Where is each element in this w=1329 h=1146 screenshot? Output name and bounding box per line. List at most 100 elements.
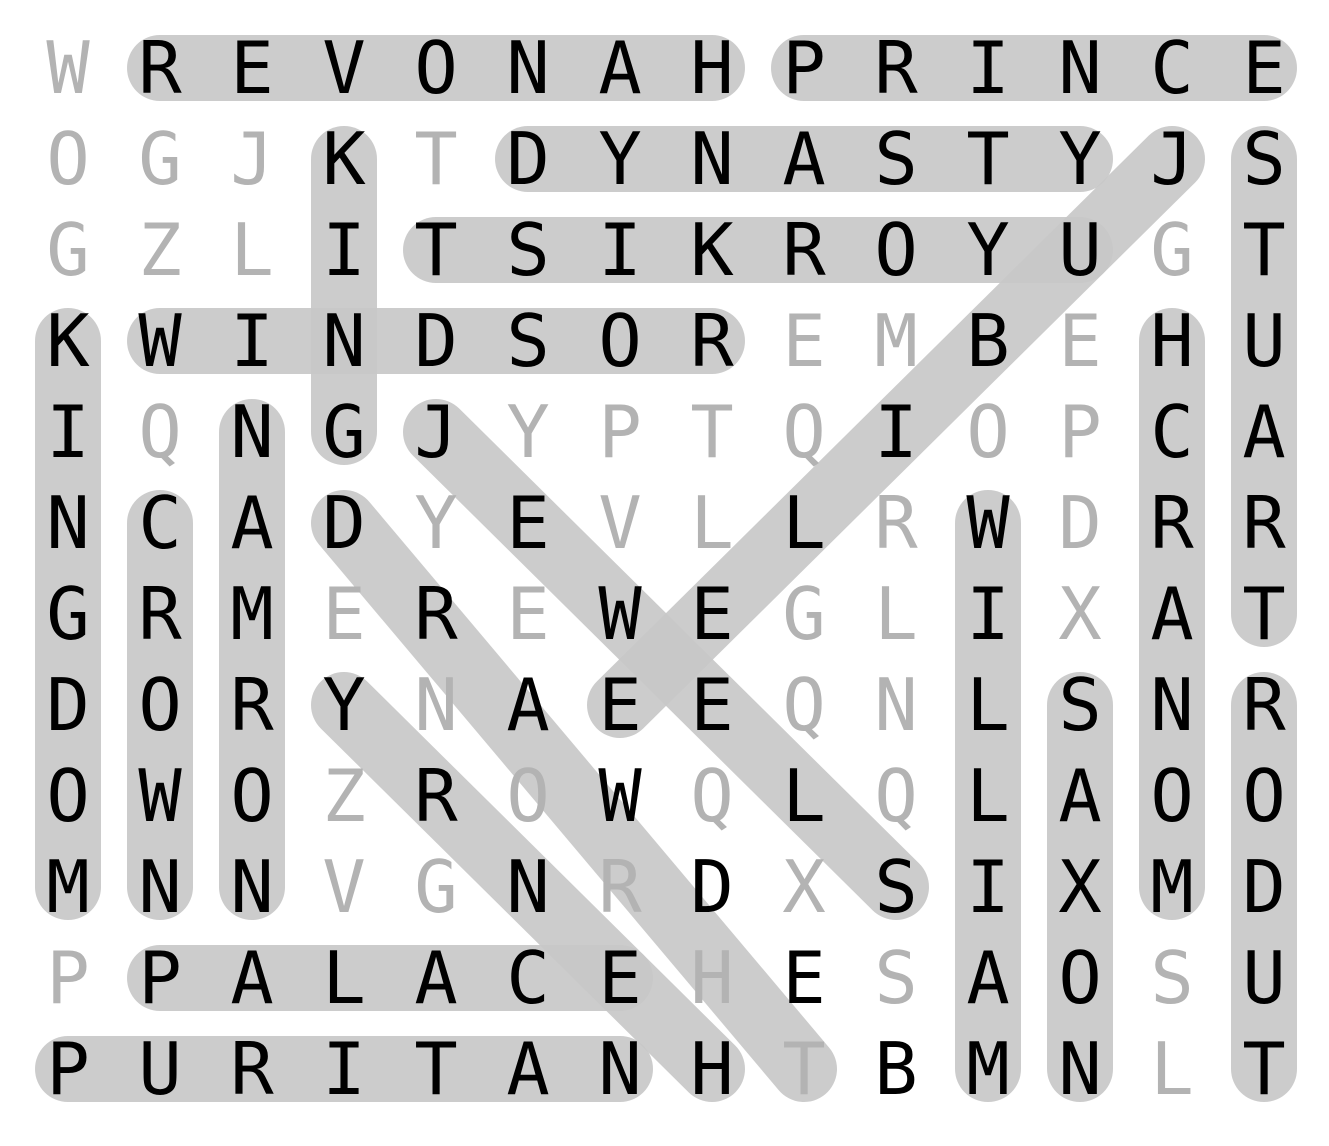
grid-cell-r4-c1[interactable]: Q (138, 390, 181, 474)
grid-cell-r11-c4[interactable]: T (414, 1027, 457, 1111)
grid-cell-r10-c8[interactable]: E (782, 936, 825, 1020)
grid-cell-r5-c2[interactable]: A (230, 481, 273, 565)
grid-cell-r6-c3[interactable]: E (322, 572, 365, 656)
grid-cell-r7-c7[interactable]: E (690, 663, 733, 747)
grid-cell-r11-c10[interactable]: M (966, 1027, 1009, 1111)
grid-cell-r7-c0[interactable]: D (46, 663, 89, 747)
grid-cell-r2-c3[interactable]: I (322, 208, 365, 292)
grid-cell-r11-c3[interactable]: I (322, 1027, 365, 1111)
grid-cell-r5-c13[interactable]: R (1242, 481, 1286, 565)
grid-cell-r5-c0[interactable]: N (46, 481, 89, 565)
grid-cell-r3-c8[interactable]: E (782, 299, 825, 383)
grid-cell-r0-c4[interactable]: O (414, 26, 457, 110)
grid-cell-r2-c6[interactable]: I (598, 208, 641, 292)
grid-cell-r6-c1[interactable]: R (138, 572, 182, 656)
grid-cell-r8-c2[interactable]: O (230, 754, 273, 838)
grid-cell-r0-c9[interactable]: R (874, 26, 918, 110)
grid-cell-r11-c5[interactable]: A (506, 1027, 549, 1111)
grid-cell-r7-c13[interactable]: R (1242, 663, 1286, 747)
grid-cell-r10-c9[interactable]: S (874, 936, 917, 1020)
grid-cell-r8-c8[interactable]: L (782, 754, 825, 838)
grid-cell-r7-c3[interactable]: Y (322, 663, 365, 747)
grid-cell-r11-c13[interactable]: T (1242, 1027, 1285, 1111)
grid-cell-r1-c7[interactable]: N (690, 117, 733, 201)
grid-cell-r3-c1[interactable]: W (138, 299, 182, 383)
grid-cell-r6-c6[interactable]: W (598, 572, 642, 656)
grid-cell-r6-c9[interactable]: L (874, 572, 917, 656)
grid-cell-r11-c7[interactable]: H (690, 1027, 733, 1111)
grid-cell-r2-c1[interactable]: Z (138, 208, 181, 292)
grid-cell-r7-c11[interactable]: S (1058, 663, 1101, 747)
grid-cell-r8-c13[interactable]: O (1242, 754, 1285, 838)
grid-cell-r10-c11[interactable]: O (1058, 936, 1101, 1020)
grid-cell-r10-c6[interactable]: E (598, 936, 641, 1020)
grid-cell-r5-c1[interactable]: C (138, 481, 181, 565)
grid-cell-r0-c2[interactable]: E (230, 26, 273, 110)
grid-cell-r11-c9[interactable]: B (874, 1027, 917, 1111)
grid-cell-r9-c3[interactable]: V (322, 845, 365, 929)
grid-cell-r3-c0[interactable]: K (46, 299, 90, 383)
grid-cell-r8-c0[interactable]: O (46, 754, 89, 838)
grid-cell-r3-c12[interactable]: H (1150, 299, 1193, 383)
grid-cell-r6-c2[interactable]: M (230, 572, 273, 656)
grid-cell-r4-c10[interactable]: O (966, 390, 1009, 474)
grid-cell-r2-c12[interactable]: G (1150, 208, 1193, 292)
grid-cell-r5-c10[interactable]: W (966, 481, 1010, 565)
grid-cell-r8-c4[interactable]: R (414, 754, 458, 838)
grid-cell-r2-c10[interactable]: Y (966, 208, 1009, 292)
grid-cell-r4-c5[interactable]: Y (506, 390, 549, 474)
grid-cell-r6-c5[interactable]: E (506, 572, 549, 656)
grid-cell-r9-c9[interactable]: S (874, 845, 917, 929)
grid-cell-r7-c6[interactable]: E (598, 663, 641, 747)
grid-cell-r1-c10[interactable]: T (966, 117, 1009, 201)
grid-cell-r10-c13[interactable]: U (1242, 936, 1285, 1020)
grid-cell-r4-c8[interactable]: Q (782, 390, 825, 474)
grid-cell-r8-c7[interactable]: Q (690, 754, 733, 838)
grid-cell-r4-c12[interactable]: C (1150, 390, 1193, 474)
grid-cell-r8-c10[interactable]: L (966, 754, 1009, 838)
grid-cell-r0-c12[interactable]: C (1150, 26, 1193, 110)
grid-cell-r9-c1[interactable]: N (138, 845, 181, 929)
grid-cell-r2-c2[interactable]: L (230, 208, 273, 292)
grid-cell-r11-c12[interactable]: L (1150, 1027, 1193, 1111)
grid-cell-r0-c10[interactable]: I (966, 26, 1009, 110)
grid-cell-r6-c13[interactable]: T (1242, 572, 1285, 656)
grid-cell-r0-c5[interactable]: N (506, 26, 549, 110)
grid-cell-r4-c6[interactable]: P (598, 390, 641, 474)
grid-cell-r9-c11[interactable]: X (1058, 845, 1101, 929)
grid-cell-r1-c5[interactable]: D (506, 117, 549, 201)
grid-cell-r2-c11[interactable]: U (1058, 208, 1101, 292)
grid-cell-r5-c3[interactable]: D (322, 481, 365, 565)
grid-cell-r0-c7[interactable]: H (690, 26, 733, 110)
grid-cell-r9-c2[interactable]: N (230, 845, 273, 929)
grid-cell-r3-c3[interactable]: N (322, 299, 365, 383)
grid-cell-r9-c6[interactable]: R (598, 845, 642, 929)
grid-cell-r11-c11[interactable]: N (1058, 1027, 1101, 1111)
grid-cell-r9-c4[interactable]: G (414, 845, 457, 929)
grid-cell-r1-c2[interactable]: J (230, 117, 273, 201)
grid-cell-r11-c0[interactable]: P (46, 1027, 89, 1111)
grid-cell-r9-c5[interactable]: N (506, 845, 549, 929)
grid-cell-r2-c7[interactable]: K (690, 208, 734, 292)
grid-cell-r1-c4[interactable]: T (414, 117, 457, 201)
grid-cell-r1-c12[interactable]: J (1150, 117, 1193, 201)
grid-cell-r5-c9[interactable]: R (874, 481, 918, 565)
grid-cell-r7-c12[interactable]: N (1150, 663, 1193, 747)
grid-cell-r4-c3[interactable]: G (322, 390, 365, 474)
grid-cell-r9-c8[interactable]: X (782, 845, 825, 929)
grid-cell-r4-c0[interactable]: I (46, 390, 89, 474)
grid-cell-r9-c0[interactable]: M (46, 845, 89, 929)
grid-cell-r6-c0[interactable]: G (46, 572, 89, 656)
grid-cell-r10-c0[interactable]: P (46, 936, 89, 1020)
grid-cell-r7-c4[interactable]: N (414, 663, 457, 747)
grid-cell-r5-c8[interactable]: L (782, 481, 825, 565)
grid-cell-r6-c4[interactable]: R (414, 572, 458, 656)
grid-cell-r0-c13[interactable]: E (1242, 26, 1285, 110)
grid-cell-r10-c12[interactable]: S (1150, 936, 1193, 1020)
grid-cell-r6-c11[interactable]: X (1058, 572, 1101, 656)
grid-cell-r7-c5[interactable]: A (506, 663, 549, 747)
grid-cell-r9-c13[interactable]: D (1242, 845, 1285, 929)
grid-cell-r10-c7[interactable]: H (690, 936, 733, 1020)
grid-cell-r3-c9[interactable]: M (874, 299, 917, 383)
grid-cell-r5-c7[interactable]: L (690, 481, 733, 565)
